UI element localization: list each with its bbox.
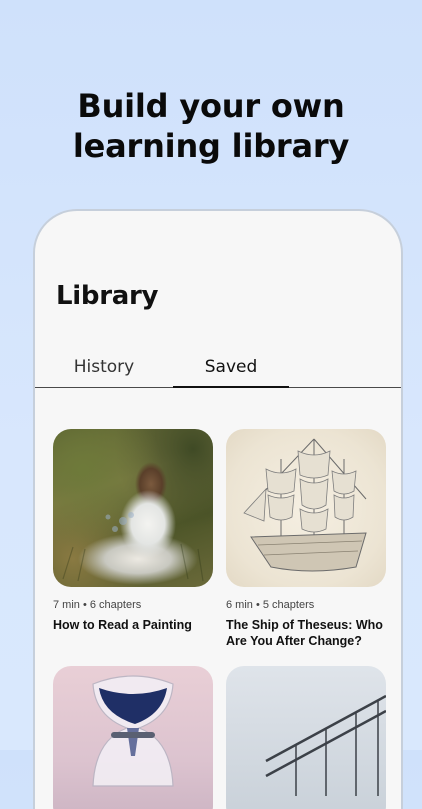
card-title: The Ship of Theseus: Who Are You After C… [226, 618, 383, 648]
promo-line-1: Build your own [77, 87, 345, 125]
library-card[interactable] [53, 666, 213, 809]
card-image-painting [53, 429, 213, 587]
tab-bar: History Saved [35, 351, 401, 388]
card-title: How to Read a Painting [53, 618, 192, 632]
card-image-ship [226, 429, 386, 587]
page-title: Library [56, 281, 159, 311]
library-card[interactable]: 7 min • 6 chapters How to Read a Paintin… [53, 429, 213, 633]
card-image-hourglass [53, 666, 213, 809]
promo-line-2: learning library [72, 127, 350, 165]
card-meta: 6 min • 5 chapters [226, 599, 315, 611]
card-image-staircase [226, 666, 386, 809]
promo-headline: Build your own learning library [0, 86, 422, 166]
library-card[interactable] [226, 666, 386, 809]
library-card[interactable]: 6 min • 5 chapters The Ship of Theseus: … [226, 429, 386, 649]
phone-screen: Library History Saved 7 min • 6 chapters… [33, 209, 403, 809]
card-meta: 7 min • 6 chapters [53, 599, 142, 611]
tab-saved[interactable]: Saved [173, 351, 289, 388]
tab-history[interactable]: History [35, 351, 173, 387]
